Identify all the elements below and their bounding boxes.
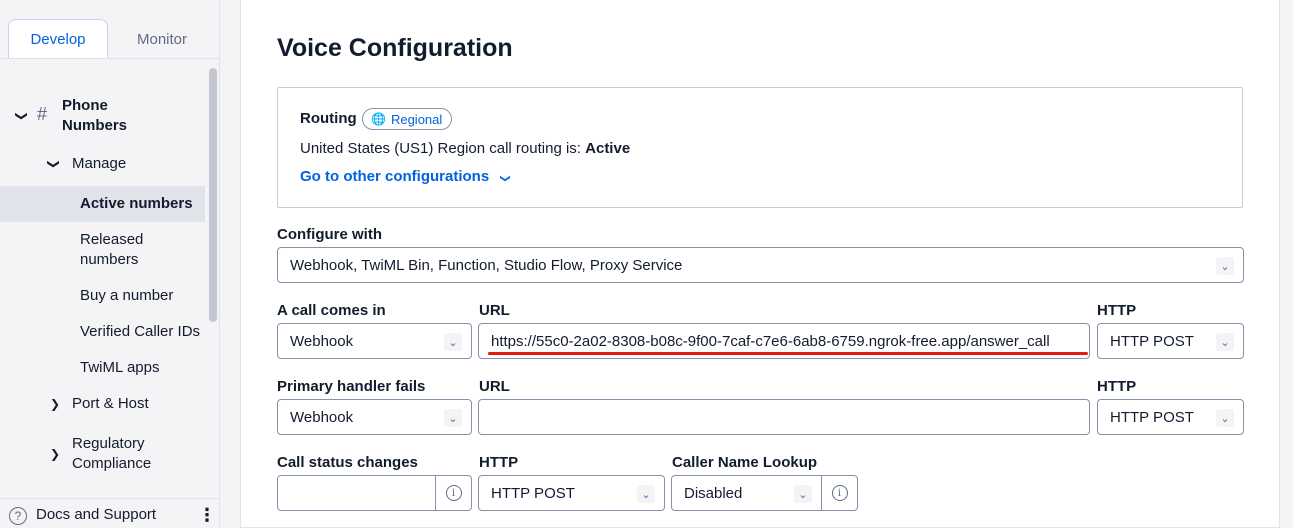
info-icon: i (445, 485, 462, 501)
tab-develop[interactable]: Develop (8, 19, 108, 59)
http-label: HTTP (1097, 378, 1137, 395)
regional-badge: 🌐 Regional (362, 108, 453, 130)
primary-handler-http-value: HTTP POST (1110, 408, 1194, 426)
chevron-down-icon: ⌄ (1216, 409, 1234, 427)
sidebar-item-regulatory-compliance[interactable]: Regulatory Compliance (72, 434, 151, 474)
chevron-down-icon: ⌄ (1216, 257, 1234, 275)
sidebar-item-released-numbers[interactable]: Released numbers (80, 230, 143, 270)
call-status-http-select[interactable]: HTTP POST ⌄ (478, 475, 665, 511)
url-highlight-underline (488, 352, 1088, 355)
sidebar-item-label: numbers (80, 251, 139, 268)
docs-support[interactable]: ? Docs and Support ⋮ (0, 498, 220, 528)
regional-badge-label: Regional (390, 111, 443, 127)
sidebar-item-twiml-apps[interactable]: TwiML apps (80, 358, 159, 378)
sidebar-item-manage[interactable]: Manage (72, 154, 126, 174)
routing-box: Routing 🌐 Regional United States (US1) R… (277, 87, 1243, 208)
chevron-down-icon: ⌄ (444, 409, 462, 427)
chevron-down-icon[interactable]: ❯ (15, 111, 29, 121)
configure-with-select[interactable]: Webhook, TwiML Bin, Function, Studio Flo… (277, 247, 1244, 283)
sidebar-item-label: Released (80, 231, 144, 248)
routing-label: Routing (300, 110, 357, 127)
caller-name-lookup-select[interactable]: Disabled ⌄ i (671, 475, 858, 511)
primary-handler-fails-label: Primary handler fails (277, 378, 426, 395)
routing-status-text: United States (US1) Region call routing … (300, 140, 581, 157)
globe-icon: 🌐 (371, 112, 386, 126)
call-status-changes-label: Call status changes (277, 454, 418, 471)
configure-with-value: Webhook, TwiML Bin, Function, Studio Flo… (290, 256, 683, 274)
primary-handler-type-select[interactable]: Webhook ⌄ (277, 399, 472, 435)
url-label: URL (479, 302, 510, 319)
sidebar-item-verified-caller-ids[interactable]: Verified Caller IDs (80, 322, 200, 342)
call-comes-in-type-select[interactable]: Webhook ⌄ (277, 323, 472, 359)
call-status-http-value: HTTP POST (491, 484, 575, 502)
main-content: Voice Configuration Routing 🌐 Regional U… (240, 0, 1280, 528)
call-status-url-input[interactable]: i (277, 475, 472, 511)
tabs-divider (0, 58, 220, 59)
page-title: Voice Configuration (277, 34, 513, 62)
call-comes-in-http-select[interactable]: HTTP POST ⌄ (1097, 323, 1244, 359)
chevron-down-icon: ⌄ (1216, 333, 1234, 351)
call-comes-in-http-value: HTTP POST (1110, 332, 1194, 350)
info-icon: i (831, 485, 848, 501)
chevron-down-icon: ⌄ (444, 333, 462, 351)
tab-monitor[interactable]: Monitor (112, 19, 212, 59)
sidebar-scrollbar[interactable] (209, 68, 217, 322)
caller-name-lookup-value: Disabled (684, 484, 743, 502)
hash-icon: # (37, 104, 48, 124)
chevron-down-icon: ⌄ (794, 485, 812, 503)
sidebar-item-label: Regulatory (72, 435, 145, 452)
sidebar-item-active-numbers[interactable]: Active numbers (80, 194, 193, 214)
primary-handler-type-value: Webhook (290, 408, 354, 426)
call-comes-in-url-value: https://55c0-2a02-8308-b08c-9f00-7caf-c7… (491, 332, 1050, 350)
chevron-right-icon[interactable]: ❯ (50, 397, 60, 411)
other-configurations-link[interactable]: Go to other configurations ❯ (300, 168, 512, 185)
routing-status-value: Active (585, 140, 631, 157)
primary-handler-url-input[interactable] (478, 399, 1090, 435)
sidebar: Develop Monitor ❯ # Phone Numbers ❯ Mana… (0, 0, 220, 528)
caller-name-lookup-label: Caller Name Lookup (672, 454, 818, 471)
http-label: HTTP (479, 454, 519, 471)
configure-with-label: Configure with (277, 226, 382, 243)
more-options-icon[interactable]: ⋮ (198, 505, 216, 526)
chevron-down-icon: ⌄ (637, 485, 655, 503)
primary-handler-http-select[interactable]: HTTP POST ⌄ (1097, 399, 1244, 435)
sidebar-item-phone-numbers[interactable]: Phone Numbers (62, 96, 127, 136)
sidebar-item-label: Compliance (72, 455, 152, 472)
url-label: URL (479, 378, 510, 395)
call-comes-in-label: A call comes in (277, 302, 386, 319)
chevron-down-icon: ❯ (500, 174, 512, 183)
sidebar-item-buy-number[interactable]: Buy a number (80, 286, 173, 306)
call-comes-in-type-value: Webhook (290, 332, 354, 350)
other-configurations-label[interactable]: Go to other configurations (300, 168, 489, 185)
info-button[interactable]: i (821, 476, 857, 510)
http-label: HTTP (1097, 302, 1137, 319)
info-button[interactable]: i (435, 476, 471, 510)
routing-status: United States (US1) Region call routing … (300, 140, 630, 157)
chevron-right-icon[interactable]: ❯ (50, 447, 60, 461)
help-icon: ? (9, 507, 27, 525)
sidebar-tabs: Develop Monitor (8, 19, 212, 59)
sidebar-item-label: Numbers (62, 117, 128, 134)
chevron-down-icon[interactable]: ❯ (47, 159, 61, 169)
sidebar-item-port-host[interactable]: Port & Host (72, 394, 149, 414)
docs-support-label[interactable]: Docs and Support (36, 505, 156, 525)
sidebar-item-label: Phone (62, 97, 108, 114)
